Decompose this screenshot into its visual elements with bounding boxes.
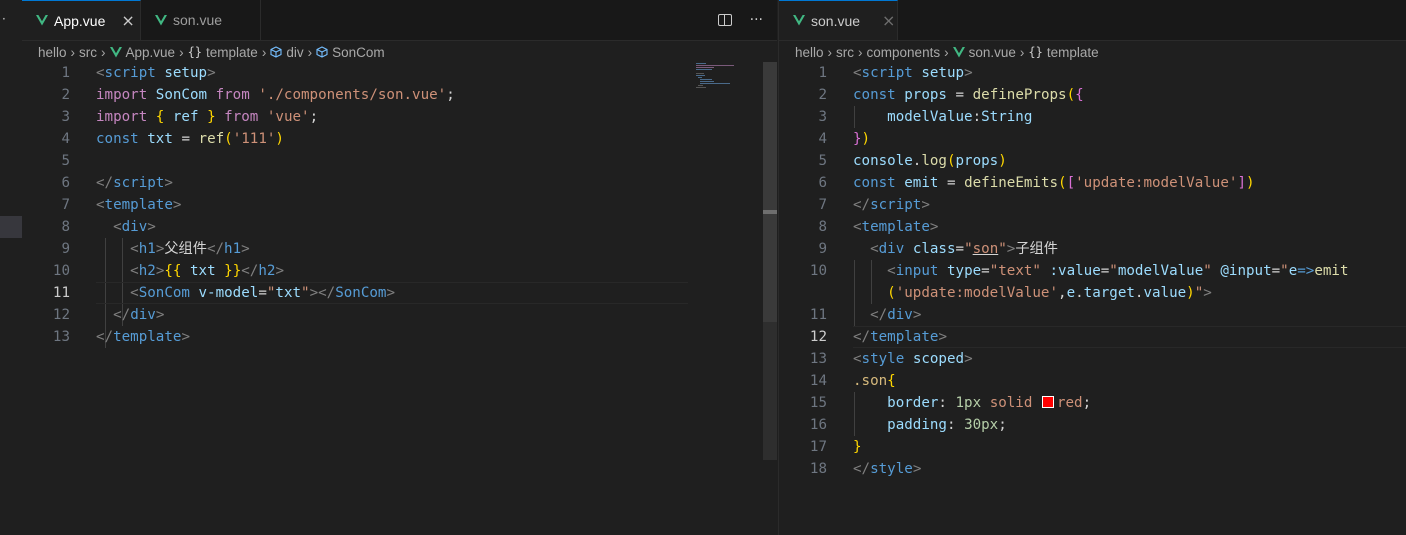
chevron-right-icon: › xyxy=(1019,44,1025,60)
element-cube-icon xyxy=(316,46,328,58)
chevron-right-icon: › xyxy=(307,44,313,60)
breadcrumb-item[interactable]: App.vue xyxy=(126,45,176,60)
breadcrumb: hello › src › App.vue › {} template › div › S… xyxy=(38,42,385,62)
editor-actions: ··· xyxy=(717,0,763,40)
chevron-right-icon: › xyxy=(179,44,184,60)
code-line: ('update:modelValue',e.target.value)"> xyxy=(887,285,1212,301)
more-dot-icon[interactable]: · xyxy=(2,12,6,26)
tab-label: son.vue xyxy=(811,12,861,29)
code-editor[interactable]: 1 <script setup> 2 const props = definePro… xyxy=(779,62,1406,535)
code-line: 12 </template> xyxy=(809,329,947,345)
code-line: 18 </style> xyxy=(809,461,922,477)
code-line: 6 const emit = defineEmits(['update:model… xyxy=(818,175,1255,191)
chevron-right-icon: › xyxy=(70,44,76,60)
braces-icon: {} xyxy=(187,45,203,59)
code-line: 7 <template> xyxy=(61,197,182,213)
chevron-right-icon: › xyxy=(858,44,863,60)
code-line: 11 <SonCom v-model="txt"></SonCom> xyxy=(52,285,395,301)
tab-son-vue[interactable]: son.vue × xyxy=(779,0,898,40)
tab-bar: App.vue × son.vue ··· xyxy=(22,0,777,41)
vertical-scrollbar[interactable] xyxy=(763,62,777,460)
breadcrumb-item[interactable]: template xyxy=(206,45,258,60)
code-line: 17} xyxy=(809,439,862,455)
code-line: 4}) xyxy=(818,131,871,147)
code-line: 5 xyxy=(61,153,70,169)
code-line: 13 </template> xyxy=(52,329,190,345)
code-line: 3 modelValue:String xyxy=(818,109,1033,125)
close-icon[interactable]: × xyxy=(121,11,134,30)
element-cube-icon xyxy=(270,46,282,58)
code-line: 9 <div class="son">子组件 xyxy=(818,241,1058,257)
code-editor[interactable]: 1 <script setup> 2 import SonCom from './c… xyxy=(22,62,777,535)
code-line: 6 </script> xyxy=(61,175,173,191)
breadcrumb-item[interactable]: SonCom xyxy=(332,45,385,60)
close-icon[interactable]: × xyxy=(882,11,895,30)
vue-icon xyxy=(793,15,805,26)
chevron-right-icon: › xyxy=(944,44,949,60)
chevron-right-icon: › xyxy=(827,44,833,60)
code-line: 9 <h1>父组件</h1> xyxy=(61,241,250,257)
chevron-right-icon: › xyxy=(101,44,106,60)
breadcrumb-item[interactable]: template xyxy=(1047,45,1099,60)
tab-label: son.vue xyxy=(173,12,223,28)
code-line: 8 <div> xyxy=(61,219,156,235)
breadcrumb-item[interactable]: div xyxy=(286,45,303,60)
chevron-right-icon: › xyxy=(261,44,267,60)
breadcrumb-item[interactable]: src xyxy=(79,45,97,60)
scrollbar-cursor-marker xyxy=(763,210,777,214)
editor-group-right: son.vue × hello › src › components › son.vu… xyxy=(778,0,1406,535)
sidebar-selection-marker xyxy=(0,216,22,238)
code-line: 3 import { ref } from 'vue'; xyxy=(61,109,319,125)
split-editor-icon[interactable] xyxy=(717,14,732,26)
code-line: 14 .son{ xyxy=(809,373,896,389)
code-line: 1 <script setup> xyxy=(61,65,216,81)
breadcrumb-item[interactable]: src xyxy=(836,45,854,60)
code-line: 2 const props = defineProps({ xyxy=(818,87,1084,103)
tab-son-vue[interactable]: son.vue xyxy=(141,0,261,40)
tab-bar: son.vue × xyxy=(779,0,1406,41)
tab-app-vue[interactable]: App.vue × xyxy=(22,0,141,40)
minimap[interactable] xyxy=(696,62,766,92)
code-line: 12 </div> xyxy=(52,307,165,323)
code-line: 10 <h2>{{ txt }}</h2> xyxy=(52,263,284,279)
tab-label: App.vue xyxy=(54,12,106,29)
code-line: 8 <template> xyxy=(818,219,939,235)
vue-icon xyxy=(109,46,122,57)
breadcrumb-item[interactable]: components xyxy=(867,45,941,60)
code-line: 1 <script setup> xyxy=(818,65,973,81)
more-actions-icon[interactable]: ··· xyxy=(750,12,763,28)
code-line: 2 import SonCom from './components/son.vu… xyxy=(61,87,455,103)
code-line: 7 </script> xyxy=(818,197,930,213)
code-line: 11 </div> xyxy=(809,307,922,323)
code-line: 10 <input type="text" :value="modelValue… xyxy=(809,263,1349,279)
breadcrumb: hello › src › components › son.vue › {} temp… xyxy=(795,42,1099,62)
color-swatch[interactable] xyxy=(1041,396,1054,408)
editor-group-left: App.vue × son.vue ··· hello › src › App.vu… xyxy=(22,0,777,535)
breadcrumb-item[interactable]: hello xyxy=(795,45,824,60)
code-line: 5 console.log(props) xyxy=(818,153,1007,169)
vue-icon xyxy=(36,15,48,26)
vue-icon xyxy=(155,14,167,25)
breadcrumb-item[interactable]: hello xyxy=(38,45,67,60)
code-line: 4 const txt = ref('111') xyxy=(61,131,284,147)
code-line: 16 padding: 30px; xyxy=(809,417,1007,433)
scrollbar-track xyxy=(763,322,777,460)
code-line: 13 <style scoped> xyxy=(809,351,973,367)
vue-icon xyxy=(952,46,965,57)
code-line: 15 border: 1px solid red; xyxy=(809,395,1092,411)
activity-edge: · xyxy=(0,0,23,535)
breadcrumb-item[interactable]: son.vue xyxy=(969,45,1016,60)
braces-icon: {} xyxy=(1028,45,1043,59)
